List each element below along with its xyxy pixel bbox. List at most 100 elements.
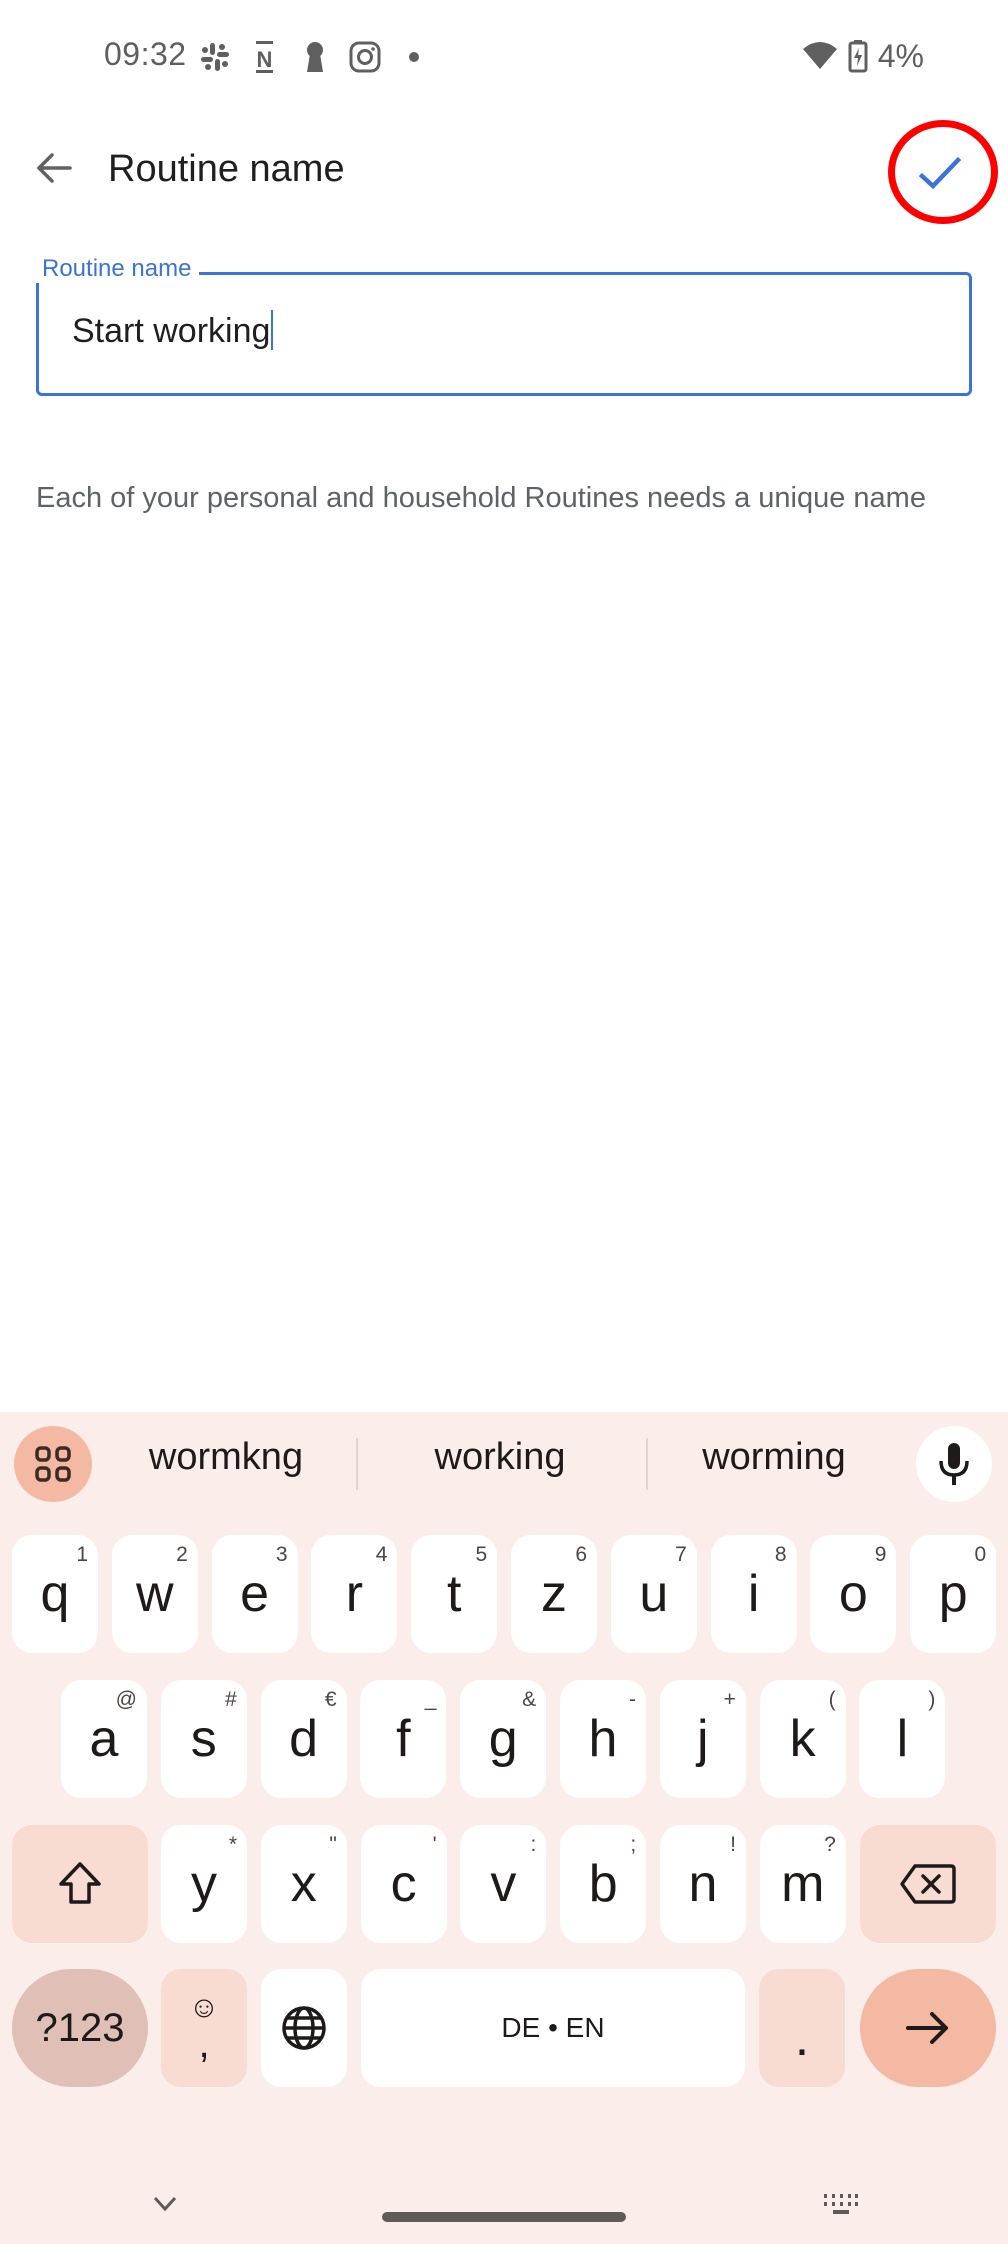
globe-icon <box>282 2006 326 2050</box>
divider <box>646 1438 648 1490</box>
key-label: z <box>541 1565 567 1623</box>
key-alt-label: ' <box>432 1833 437 1856</box>
home-indicator[interactable] <box>382 2212 626 2222</box>
wifi-icon <box>802 42 837 69</box>
key-y[interactable]: y * <box>161 1825 247 1943</box>
battery-level: 4% <box>877 37 924 74</box>
shift-key[interactable] <box>12 1825 148 1943</box>
suggestion-1[interactable]: wormkng <box>116 1436 336 1479</box>
key-label: g <box>488 1710 518 1768</box>
key-label: y <box>191 1855 217 1913</box>
text-cursor <box>271 310 274 351</box>
key-label: r <box>345 1565 364 1623</box>
arrow-back-icon <box>37 153 72 183</box>
key-label: h <box>588 1710 618 1768</box>
grid-icon <box>35 1446 71 1482</box>
key-k[interactable]: k( <box>759 1680 846 1798</box>
key-x[interactable]: x " <box>260 1825 347 1943</box>
comma-key[interactable]: ☺ , <box>161 1969 247 2087</box>
key-i[interactable]: i8 <box>710 1535 797 1653</box>
key-label: s <box>190 1710 217 1768</box>
key-label: o <box>838 1565 868 1623</box>
keyboard-apps-button[interactable] <box>14 1426 92 1502</box>
key-b[interactable]: b; <box>560 1825 647 1943</box>
key-j[interactable]: j + <box>659 1680 746 1798</box>
key-alt-label: 3 <box>275 1543 288 1566</box>
key-label: t <box>446 1565 462 1623</box>
check-icon <box>918 156 962 190</box>
key-label: e <box>240 1565 270 1623</box>
input-text: Start working <box>72 312 271 350</box>
key-m[interactable]: m? <box>759 1825 846 1943</box>
more-dot-icon <box>409 52 419 62</box>
key-alt-label: 8 <box>774 1543 787 1566</box>
symbols-label: ?123 <box>35 2005 125 2050</box>
key-p[interactable]: p0 <box>910 1535 997 1653</box>
svg-text:N: N <box>257 47 273 72</box>
key-h[interactable]: h- <box>560 1680 646 1798</box>
key-t[interactable]: t5 <box>411 1535 498 1653</box>
helper-text: Each of your personal and household Rout… <box>36 482 926 514</box>
slack-icon <box>201 43 229 71</box>
key-label: m <box>781 1855 825 1913</box>
voice-input-button[interactable] <box>916 1426 992 1502</box>
space-key[interactable]: DE • EN <box>361 1969 745 2087</box>
keyboard-switch-icon[interactable] <box>822 2192 860 2216</box>
key-d[interactable]: d € <box>260 1680 347 1798</box>
key-c[interactable]: c ' <box>360 1825 447 1943</box>
key-alt-label: ) <box>928 1688 936 1711</box>
keyboard: wormkng working worming ?123 ☺ , DE • EN… <box>0 1412 1008 2244</box>
key-e[interactable]: e3 <box>211 1535 298 1653</box>
hide-keyboard-chevron-icon[interactable] <box>152 2194 178 2214</box>
key-l[interactable]: l) <box>859 1680 946 1798</box>
key-alt-label: # <box>225 1688 237 1711</box>
key-label: w <box>136 1565 174 1623</box>
suggestion-3[interactable]: worming <box>664 1436 884 1479</box>
routine-name-input[interactable]: Start working <box>72 310 274 351</box>
key-r[interactable]: r4 <box>311 1535 398 1653</box>
key-alt-label: 5 <box>475 1543 488 1566</box>
arrow-forward-icon <box>906 2012 948 2044</box>
key-alt-label: € <box>324 1688 337 1711</box>
key-alt-label: @ <box>115 1688 137 1711</box>
key-g[interactable]: g & <box>460 1680 547 1798</box>
key-alt-label: 9 <box>874 1543 887 1566</box>
key-n[interactable]: n! <box>660 1825 746 1943</box>
period-key[interactable]: . <box>759 1969 845 2087</box>
battery-charging-icon <box>848 40 868 73</box>
page-title: Routine name <box>108 148 345 190</box>
save-button[interactable] <box>888 120 998 224</box>
suggestion-bar: wormkng working worming <box>0 1412 1008 1522</box>
symbols-key[interactable]: ?123 <box>12 1969 148 2087</box>
key-q[interactable]: q1 <box>12 1535 98 1653</box>
key-o[interactable]: o9 <box>810 1535 897 1653</box>
shift-icon <box>59 1862 101 1904</box>
key-a[interactable]: a @ <box>61 1680 147 1798</box>
key-u[interactable]: u7 <box>610 1535 697 1653</box>
microphone-icon <box>939 1443 969 1485</box>
status-bar: 09:32 N 4% <box>0 0 1008 112</box>
key-label: d <box>289 1710 319 1768</box>
key-label: x <box>290 1855 317 1913</box>
key-alt-label: _ <box>424 1688 437 1711</box>
suggestion-2[interactable]: working <box>390 1436 610 1479</box>
key-f[interactable]: f _ <box>360 1680 447 1798</box>
backspace-key[interactable] <box>860 1825 996 1943</box>
key-w[interactable]: w2 <box>111 1535 198 1653</box>
key-label: c <box>390 1855 417 1913</box>
back-button[interactable] <box>28 142 80 194</box>
key-alt-label: 4 <box>375 1543 388 1566</box>
enter-key[interactable] <box>860 1969 996 2087</box>
key-alt-label: ; <box>630 1833 637 1856</box>
key-v[interactable]: v: <box>460 1825 547 1943</box>
language-key[interactable] <box>261 1969 347 2087</box>
system-status: 4% <box>802 36 924 76</box>
key-label: q <box>40 1565 70 1623</box>
key-alt-label: + <box>723 1688 736 1711</box>
comma-label: , <box>198 2022 210 2066</box>
key-label: k <box>789 1710 816 1768</box>
key-z[interactable]: z6 <box>511 1535 597 1653</box>
key-label: l <box>896 1710 909 1768</box>
period-label: . <box>794 2009 810 2067</box>
key-s[interactable]: s # <box>160 1680 247 1798</box>
